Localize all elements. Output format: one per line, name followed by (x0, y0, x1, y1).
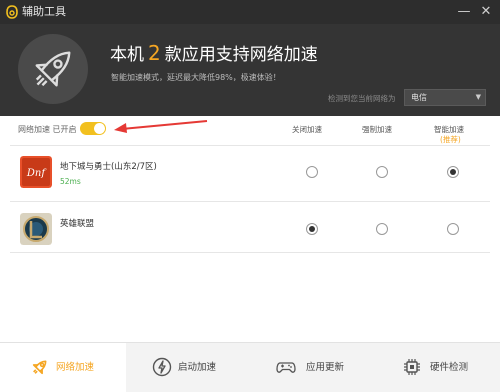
lol-logo-icon (20, 213, 52, 245)
tab-app-update[interactable]: 应用更新 (250, 343, 374, 392)
tab-network-accel[interactable]: 网络加速 (0, 343, 126, 392)
accel-toggle-label: 网络加速 已开启 (18, 125, 77, 134)
divider (10, 252, 490, 253)
network-label: 检测到您当前网络为 (328, 94, 396, 103)
app-count: 2 (148, 41, 161, 65)
radio-smart[interactable] (447, 166, 459, 178)
network-value: 电信 (411, 93, 427, 102)
divider (10, 145, 490, 146)
app-window: 辅助工具 — ✕ 本机 2 款应用支持网络加速 智能加速模式，延迟最大降低98%，极… (0, 0, 500, 392)
app-logo-icon (6, 5, 18, 19)
tab-startup-accel[interactable]: 启动加速 (126, 343, 250, 392)
gamepad-icon (276, 362, 296, 373)
bottom-nav: 网络加速 启动加速 应用更新 硬件检测 (0, 342, 500, 392)
chip-icon (404, 359, 420, 375)
headline-prefix: 本机 (110, 45, 144, 65)
game-name: 地下城与勇士(山东2/7区) (60, 162, 157, 172)
window-title: 辅助工具 (22, 5, 66, 18)
close-button[interactable]: ✕ (478, 4, 494, 20)
tab-label: 网络加速 (56, 362, 95, 373)
col-header-force: 强制加速 (362, 125, 392, 134)
radio-off[interactable] (306, 166, 318, 178)
tab-hardware-check[interactable]: 硬件检测 (374, 343, 500, 392)
toggle-knob (94, 123, 105, 134)
radio-force[interactable] (376, 166, 388, 178)
game-name: 英雄联盟 (60, 219, 95, 229)
lightning-icon (152, 357, 172, 377)
accel-toggle[interactable] (80, 122, 106, 135)
network-select[interactable]: 电信 ▼ (404, 89, 486, 106)
rocket-icon (35, 51, 71, 87)
col-header-off: 关闭加速 (292, 125, 322, 134)
radio-force[interactable] (376, 223, 388, 235)
hero-banner: 本机 2 款应用支持网络加速 智能加速模式，延迟最大降低98%，极速体验！ 检测到您… (0, 24, 500, 116)
divider (10, 201, 490, 202)
minimize-button[interactable]: — (456, 4, 472, 20)
rocket-icon (32, 360, 47, 375)
headline-suffix: 款应用支持网络加速 (164, 45, 318, 65)
rocket-badge (18, 34, 88, 104)
red-arrow-annotation (114, 120, 208, 133)
tab-label: 硬件检测 (430, 362, 469, 373)
dnf-logo-icon: Dnf (20, 156, 52, 188)
tab-label: 应用更新 (306, 362, 345, 373)
col-header-recommended: (推荐) (440, 135, 461, 144)
chevron-down-icon: ▼ (475, 93, 481, 101)
accel-header-row: 网络加速 已开启 (0, 116, 500, 140)
radio-off[interactable] (306, 223, 318, 235)
tab-label: 启动加速 (178, 362, 217, 373)
svg-text:Dnf: Dnf (26, 168, 47, 179)
game-ping: 52ms (60, 177, 81, 186)
radio-smart[interactable] (447, 223, 459, 235)
title-bar: 辅助工具 — ✕ (0, 0, 500, 24)
hero-subtitle: 智能加速模式，延迟最大降低98%，极速体验！ (111, 73, 281, 82)
hero-headline: 本机 2 款应用支持网络加速 (110, 42, 318, 66)
